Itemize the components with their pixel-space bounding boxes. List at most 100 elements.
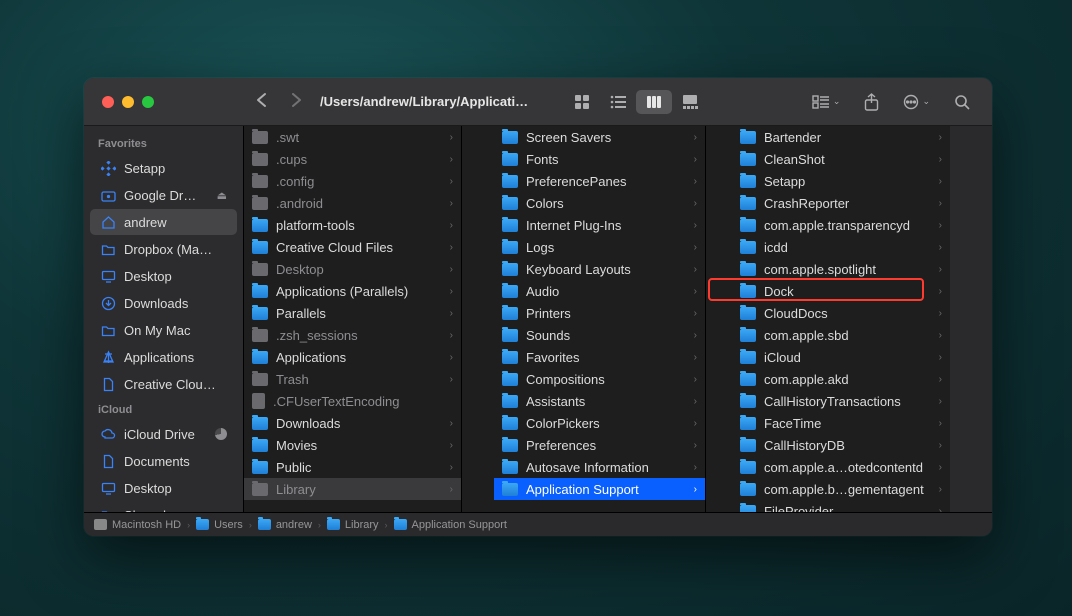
pathbar-segment[interactable]: andrew xyxy=(258,519,312,531)
folder-row[interactable]: Printers› xyxy=(494,302,705,324)
folder-row[interactable]: Applications› xyxy=(244,346,461,368)
folder-row[interactable]: Screen Savers› xyxy=(494,126,705,148)
folder-row[interactable]: Parallels› xyxy=(244,302,461,324)
chevron-right-icon: › xyxy=(939,308,942,319)
folder-row[interactable]: CallHistoryDB› xyxy=(732,434,950,456)
sidebar-item[interactable]: Dropbox (Ma… xyxy=(90,236,237,262)
chevron-right-icon: › xyxy=(318,520,321,530)
view-icon-button[interactable] xyxy=(564,90,600,114)
sidebar-item[interactable]: On My Mac xyxy=(90,317,237,343)
folder-row[interactable]: Trash› xyxy=(244,368,461,390)
folder-row[interactable]: Colors› xyxy=(494,192,705,214)
sidebar-item[interactable]: Desktop xyxy=(90,475,237,501)
sidebar-item[interactable]: Shared xyxy=(90,502,237,512)
search-button[interactable] xyxy=(954,94,970,110)
folder-icon xyxy=(252,241,268,254)
eject-icon[interactable]: ⏏ xyxy=(217,189,227,202)
close-button[interactable] xyxy=(102,96,114,108)
sidebar-item[interactable]: Documents xyxy=(90,448,237,474)
folder-row[interactable]: .CFUserTextEncoding xyxy=(244,390,461,412)
folder-row[interactable]: FaceTime› xyxy=(732,412,950,434)
folder-row[interactable]: .config› xyxy=(244,170,461,192)
column-1[interactable]: .swt›.cups›.config›.android›platform-too… xyxy=(244,126,462,512)
folder-row[interactable]: Application Support› xyxy=(494,478,705,500)
folder-row[interactable]: com.apple.a…otedcontentd› xyxy=(732,456,950,478)
row-label: iCloud xyxy=(764,350,931,365)
folder-row[interactable]: CallHistoryTransactions› xyxy=(732,390,950,412)
folder-row[interactable]: CrashReporter› xyxy=(732,192,950,214)
folder-row[interactable]: Bartender› xyxy=(732,126,950,148)
folder-row[interactable]: ColorPickers› xyxy=(494,412,705,434)
folder-row[interactable]: Downloads› xyxy=(244,412,461,434)
body: Favorites SetappGoogle Dr…⏏andrewDropbox… xyxy=(84,126,992,512)
group-button[interactable]: ⌄ xyxy=(812,95,841,109)
sidebar-item-label: Creative Clou… xyxy=(124,377,227,392)
sidebar-item[interactable]: andrew xyxy=(90,209,237,235)
pathbar-segment[interactable]: Library xyxy=(327,519,379,531)
toolbar-right: ⌄ ⌄ xyxy=(812,93,992,111)
folder-row[interactable]: Dock› xyxy=(732,280,950,302)
folder-row[interactable]: .android› xyxy=(244,192,461,214)
folder-row[interactable]: FileProvider› xyxy=(732,500,950,512)
sidebar-item[interactable]: Downloads xyxy=(90,290,237,316)
desktop-icon xyxy=(100,480,116,496)
folder-row[interactable]: com.apple.spotlight› xyxy=(732,258,950,280)
folder-row[interactable]: Favorites› xyxy=(494,346,705,368)
folder-row[interactable]: Movies› xyxy=(244,434,461,456)
sidebar-item[interactable]: iCloud Drive xyxy=(90,421,237,447)
folder-row[interactable]: Logs› xyxy=(494,236,705,258)
folder-row[interactable]: platform-tools› xyxy=(244,214,461,236)
folder-row[interactable]: Public› xyxy=(244,456,461,478)
share-button[interactable] xyxy=(864,93,879,111)
sidebar-item[interactable]: Setapp xyxy=(90,155,237,181)
column-3[interactable]: Bartender›CleanShot›Setapp›CrashReporter… xyxy=(706,126,950,512)
action-button[interactable]: ⌄ xyxy=(903,94,930,110)
folder-row[interactable]: CleanShot› xyxy=(732,148,950,170)
folder-row[interactable]: Internet Plug-Ins› xyxy=(494,214,705,236)
minimize-button[interactable] xyxy=(122,96,134,108)
folder-row[interactable]: com.apple.akd› xyxy=(732,368,950,390)
folder-row[interactable]: iCloud› xyxy=(732,346,950,368)
folder-row[interactable]: Creative Cloud Files› xyxy=(244,236,461,258)
folder-row[interactable]: Assistants› xyxy=(494,390,705,412)
folder-row[interactable]: icdd› xyxy=(732,236,950,258)
chevron-right-icon: › xyxy=(694,374,697,385)
folder-row[interactable]: Desktop› xyxy=(244,258,461,280)
folder-row[interactable]: Autosave Information› xyxy=(494,456,705,478)
folder-row[interactable]: PreferencePanes› xyxy=(494,170,705,192)
folder-row[interactable]: Compositions› xyxy=(494,368,705,390)
folder-row[interactable]: Fonts› xyxy=(494,148,705,170)
view-gallery-button[interactable] xyxy=(672,90,708,114)
back-button[interactable] xyxy=(256,92,267,111)
column-2[interactable]: Screen Savers›Fonts›PreferencePanes›Colo… xyxy=(462,126,706,512)
view-list-button[interactable] xyxy=(600,90,636,114)
row-label: Fonts xyxy=(526,152,686,167)
maximize-button[interactable] xyxy=(142,96,154,108)
sidebar-item[interactable]: Google Dr…⏏ xyxy=(90,182,237,208)
folder-row[interactable]: Setapp› xyxy=(732,170,950,192)
folder-row[interactable]: .swt› xyxy=(244,126,461,148)
folder-row[interactable]: com.apple.sbd› xyxy=(732,324,950,346)
pathbar-segment[interactable]: Application Support xyxy=(394,519,507,531)
folder-row[interactable]: Sounds› xyxy=(494,324,705,346)
pathbar-segment[interactable]: Macintosh HD xyxy=(94,519,181,531)
folder-icon xyxy=(502,373,518,386)
folder-row[interactable]: com.apple.transparencyd› xyxy=(732,214,950,236)
folder-row[interactable]: .zsh_sessions› xyxy=(244,324,461,346)
forward-button[interactable] xyxy=(291,92,302,111)
folder-row[interactable]: com.apple.b…gementagent› xyxy=(732,478,950,500)
folder-row[interactable]: Audio› xyxy=(494,280,705,302)
view-column-button[interactable] xyxy=(636,90,672,114)
folder-row[interactable]: Library› xyxy=(244,478,461,500)
sidebar-item[interactable]: Applications xyxy=(90,344,237,370)
sidebar-item[interactable]: Desktop xyxy=(90,263,237,289)
folder-row[interactable]: Preferences› xyxy=(494,434,705,456)
row-label: Parallels xyxy=(276,306,442,321)
row-label: .zsh_sessions xyxy=(276,328,442,343)
folder-row[interactable]: CloudDocs› xyxy=(732,302,950,324)
folder-row[interactable]: Keyboard Layouts› xyxy=(494,258,705,280)
pathbar-segment[interactable]: Users xyxy=(196,519,243,531)
folder-row[interactable]: Applications (Parallels)› xyxy=(244,280,461,302)
sidebar-item[interactable]: Creative Clou… xyxy=(90,371,237,397)
folder-row[interactable]: .cups› xyxy=(244,148,461,170)
